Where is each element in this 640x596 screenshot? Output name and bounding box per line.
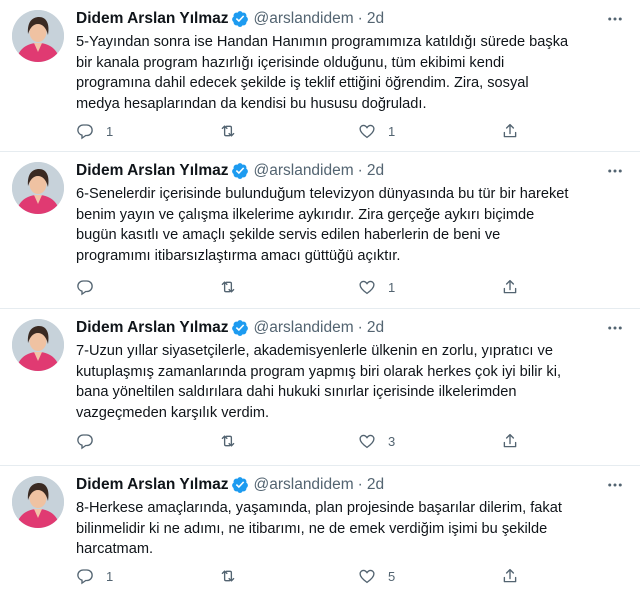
- verified-badge-icon: [232, 163, 249, 179]
- tweet-text: 6-Senelerdir içerisinde bulunduğum telev…: [76, 186, 569, 264]
- more-button[interactable]: [604, 8, 626, 30]
- avatar[interactable]: [12, 162, 64, 214]
- like-button[interactable]: 1: [358, 120, 395, 142]
- author-handle[interactable]: @arslandidem: [253, 10, 353, 28]
- avatar[interactable]: [12, 476, 64, 528]
- separator-dot: ·: [357, 162, 363, 179]
- avatar-photo: [12, 476, 64, 528]
- more-dots-icon: [608, 169, 622, 173]
- tweet-text: 7-Uzun yıllar siyasetçilerle, akademisye…: [76, 343, 562, 421]
- retweet-icon: [221, 125, 235, 137]
- like-button[interactable]: 3: [358, 430, 395, 452]
- share-icon: [503, 279, 517, 294]
- retweet-button[interactable]: [219, 120, 249, 142]
- like-count: 1: [388, 279, 396, 295]
- avatar[interactable]: [12, 10, 64, 62]
- share-icon: [503, 123, 517, 138]
- tweet-time[interactable]: 2d: [367, 10, 384, 28]
- retweet-button[interactable]: [219, 430, 249, 452]
- more-button[interactable]: [604, 474, 626, 496]
- verified-badge-icon: [232, 320, 249, 336]
- more-button[interactable]: [604, 160, 626, 182]
- reply-icon: [77, 280, 93, 296]
- tweet-text: 8-Herkese amaçlarında, yaşamında, plan p…: [76, 500, 562, 557]
- share-button[interactable]: [501, 430, 519, 452]
- tweet-actions: 1: [76, 276, 628, 298]
- more-dots-icon: [608, 17, 622, 21]
- tweet-actions: 1 5: [76, 565, 628, 587]
- tweet[interactable]: Didem Arslan Yılmaz @arslandidem · 2d 8-…: [0, 466, 640, 596]
- avatar[interactable]: [12, 319, 64, 371]
- share-icon: [503, 568, 517, 583]
- author-name[interactable]: Didem Arslan Yılmaz: [76, 476, 228, 494]
- like-button[interactable]: 1: [358, 276, 395, 298]
- reply-icon: [77, 434, 93, 450]
- avatar-photo: [12, 10, 64, 62]
- author-handle[interactable]: @arslandidem: [253, 476, 353, 494]
- verified-badge-icon: [232, 11, 249, 27]
- tweet-header: Didem Arslan Yılmaz @arslandidem · 2d: [76, 160, 384, 182]
- tweet-time[interactable]: 2d: [367, 162, 384, 180]
- tweet-header: Didem Arslan Yılmaz @arslandidem · 2d: [76, 317, 384, 339]
- tweet[interactable]: Didem Arslan Yılmaz @arslandidem · 2d 5-…: [0, 0, 640, 152]
- author-name[interactable]: Didem Arslan Yılmaz: [76, 10, 228, 28]
- tweet-header: Didem Arslan Yılmaz @arslandidem · 2d: [76, 8, 384, 30]
- author-handle[interactable]: @arslandidem: [253, 319, 353, 337]
- reply-icon: [77, 569, 93, 585]
- more-dots-icon: [608, 483, 622, 487]
- tweet-header: Didem Arslan Yılmaz @arslandidem · 2d: [76, 474, 384, 496]
- more-dots-icon: [608, 326, 622, 330]
- tweet[interactable]: Didem Arslan Yılmaz @arslandidem · 2d 6-…: [0, 152, 640, 309]
- more-button[interactable]: [604, 317, 626, 339]
- tweet-text: 5-Yayından sonra ise Handan Hanımın prog…: [76, 34, 569, 112]
- heart-icon: [359, 124, 375, 139]
- retweet-button[interactable]: [219, 276, 249, 298]
- avatar-photo: [12, 319, 64, 371]
- reply-button[interactable]: 1: [76, 120, 113, 142]
- author-name[interactable]: Didem Arslan Yılmaz: [76, 319, 228, 337]
- author-name[interactable]: Didem Arslan Yılmaz: [76, 162, 228, 180]
- reply-count: 1: [106, 123, 114, 139]
- reply-count: 1: [106, 568, 114, 584]
- avatar-photo: [12, 162, 64, 214]
- separator-dot: ·: [357, 319, 363, 336]
- like-button[interactable]: 5: [358, 565, 395, 587]
- share-button[interactable]: [501, 565, 519, 587]
- verified-badge-icon: [232, 477, 249, 493]
- like-count: 5: [388, 568, 396, 584]
- retweet-icon: [221, 281, 235, 293]
- heart-icon: [359, 280, 375, 295]
- reply-icon: [77, 124, 93, 140]
- share-button[interactable]: [501, 276, 519, 298]
- like-count: 3: [388, 433, 396, 449]
- tweet-time[interactable]: 2d: [367, 319, 384, 337]
- tweet-actions: 1 1: [76, 120, 628, 142]
- reply-button[interactable]: [76, 276, 106, 298]
- reply-button[interactable]: 1: [76, 565, 113, 587]
- like-count: 1: [388, 123, 396, 139]
- heart-icon: [359, 569, 375, 584]
- retweet-button[interactable]: [219, 565, 249, 587]
- tweet-actions: 3: [76, 430, 628, 452]
- tweet-time[interactable]: 2d: [367, 476, 384, 494]
- author-handle[interactable]: @arslandidem: [253, 162, 353, 180]
- tweet-thread: Didem Arslan Yılmaz @arslandidem · 2d 5-…: [0, 0, 640, 596]
- retweet-icon: [221, 570, 235, 582]
- share-button[interactable]: [501, 120, 519, 142]
- share-icon: [503, 433, 517, 448]
- reply-button[interactable]: [76, 430, 106, 452]
- retweet-icon: [221, 435, 235, 447]
- separator-dot: ·: [357, 10, 363, 27]
- separator-dot: ·: [357, 476, 363, 493]
- heart-icon: [359, 434, 375, 449]
- tweet[interactable]: Didem Arslan Yılmaz @arslandidem · 2d 7-…: [0, 309, 640, 466]
